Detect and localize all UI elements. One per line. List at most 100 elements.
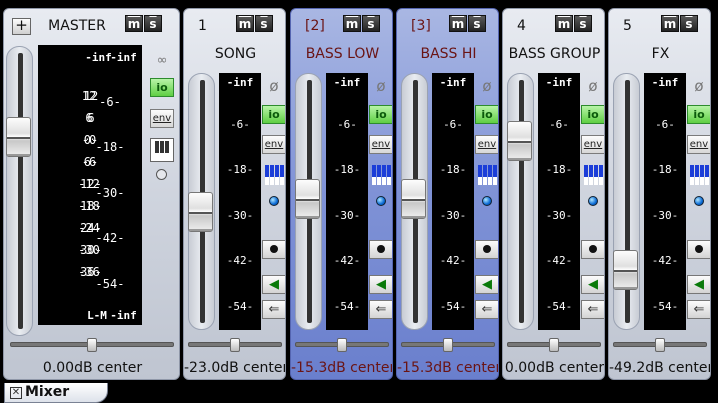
io-button[interactable]: io	[475, 105, 498, 124]
speaker-icon[interactable]: ◀	[687, 275, 710, 294]
record-arm-button[interactable]	[262, 240, 285, 259]
solo-button[interactable]: s	[680, 15, 698, 32]
fx-active-indicator[interactable]	[588, 196, 598, 206]
fader-knob[interactable]	[507, 121, 532, 161]
master-scale-mid: -18-	[95, 140, 125, 154]
route-arrow-icon[interactable]: ⇐	[581, 300, 604, 319]
route-arrow-icon[interactable]: ⇐	[369, 300, 392, 319]
volume-fader[interactable]	[401, 73, 428, 330]
phase-invert-icon[interactable]: ø	[581, 77, 604, 95]
volume-fader[interactable]	[507, 73, 534, 330]
fx-icon[interactable]	[475, 163, 498, 185]
volume-fader[interactable]	[613, 73, 640, 330]
io-button[interactable]: io	[581, 105, 604, 124]
volume-fader[interactable]	[188, 73, 215, 330]
env-button[interactable]: env	[262, 135, 285, 154]
env-button[interactable]: env	[687, 135, 710, 154]
phase-invert-icon[interactable]: ø	[687, 77, 710, 95]
master-mute-button[interactable]: m	[125, 15, 143, 32]
record-arm-button[interactable]	[369, 240, 392, 259]
solo-button[interactable]: s	[574, 15, 592, 32]
phase-invert-icon[interactable]: ø	[369, 77, 392, 95]
master-io-button[interactable]: io	[150, 78, 174, 97]
pan-slider[interactable]	[613, 338, 707, 352]
speaker-icon[interactable]: ◀	[262, 275, 285, 294]
mute-button[interactable]: m	[555, 15, 573, 32]
route-arrow-icon[interactable]: ⇐	[475, 300, 498, 319]
io-button[interactable]: io	[369, 105, 392, 124]
volume-fader[interactable]	[295, 73, 322, 330]
master-fx-icon[interactable]	[150, 138, 174, 162]
fader-knob[interactable]	[295, 179, 320, 219]
route-arrow-icon[interactable]: ⇐	[262, 300, 285, 319]
io-button[interactable]: io	[262, 105, 285, 124]
fader-knob[interactable]	[613, 250, 638, 290]
channel-strip[interactable]: [3] m s BASS HI -inf -6- -18- -30- -42- -54-…	[396, 8, 499, 380]
route-arrow-icon[interactable]: ⇐	[687, 300, 710, 319]
fx-active-indicator[interactable]	[376, 196, 386, 206]
speaker-icon[interactable]: ◀	[369, 275, 392, 294]
mute-button[interactable]: m	[661, 15, 679, 32]
master-scale-right: -18	[78, 199, 100, 213]
master-volume-readout: 0.00dB center	[42, 360, 143, 376]
meter-scale-label: -54-	[545, 300, 573, 313]
channel-strip[interactable]: 4 m s BASS GROUP -inf -6- -18- -30- -42- -54…	[502, 8, 605, 380]
strip-number: 5	[623, 18, 632, 34]
fx-active-indicator[interactable]	[269, 196, 279, 206]
fader-knob[interactable]	[401, 179, 426, 219]
record-arm-button[interactable]	[581, 240, 604, 259]
meter-scale-label: -54-	[439, 300, 467, 313]
record-arm-button[interactable]	[687, 240, 710, 259]
record-arm-button[interactable]	[475, 240, 498, 259]
env-button[interactable]: env	[369, 135, 392, 154]
master-scale-mid: -30-	[95, 186, 125, 200]
meter-scale-label: -54-	[333, 300, 361, 313]
master-volume-fader[interactable]	[6, 46, 33, 336]
level-meter: -inf -6- -18- -30- -42- -54-	[538, 73, 580, 330]
fx-active-indicator[interactable]	[694, 196, 704, 206]
fx-active-indicator[interactable]	[482, 196, 492, 206]
channel-strip[interactable]: [2] m s BASS LOW -inf -6- -18- -30- -42- -54…	[290, 8, 393, 380]
fx-icon[interactable]	[369, 163, 392, 185]
fx-icon[interactable]	[581, 163, 604, 185]
channel-strip[interactable]: 1 m s SONG -inf -6- -18- -30- -42- -54- ø io…	[183, 8, 286, 380]
phase-invert-icon[interactable]: ø	[262, 77, 285, 95]
peak-readout: -inf	[226, 76, 254, 89]
pan-slider[interactable]	[295, 338, 389, 352]
mute-button[interactable]: m	[449, 15, 467, 32]
master-mono-indicator[interactable]	[156, 169, 167, 180]
channel-strip[interactable]: 5 m s FX -inf -6- -18- -30- -42- -54- ø io e…	[608, 8, 711, 380]
mute-button[interactable]: m	[343, 15, 361, 32]
speaker-icon[interactable]: ◀	[581, 275, 604, 294]
pan-slider[interactable]	[401, 338, 495, 352]
master-solo-button[interactable]: s	[144, 15, 162, 32]
meter-scale-label: -30-	[545, 209, 573, 222]
fx-icon[interactable]	[687, 163, 710, 185]
master-env-button[interactable]: env	[150, 109, 174, 128]
env-button[interactable]: env	[475, 135, 498, 154]
master-link-icon[interactable]: ∞	[150, 52, 174, 71]
fader-knob[interactable]	[188, 192, 213, 232]
env-button[interactable]: env	[581, 135, 604, 154]
close-icon[interactable]: ✕	[10, 387, 22, 399]
add-track-button[interactable]: +	[12, 18, 31, 35]
master-scale-right: -6	[81, 155, 97, 169]
meter-scale-label: -42-	[226, 254, 254, 267]
solo-button[interactable]: s	[468, 15, 486, 32]
io-button[interactable]: io	[687, 105, 710, 124]
phase-invert-icon[interactable]: ø	[475, 77, 498, 95]
pan-slider[interactable]	[188, 338, 282, 352]
master-fader-knob[interactable]	[6, 117, 31, 157]
fx-icon[interactable]	[262, 163, 285, 185]
meter-scale-label: -54-	[651, 300, 679, 313]
mute-button[interactable]: m	[236, 15, 254, 32]
master-pan-slider[interactable]	[10, 338, 174, 352]
solo-button[interactable]: s	[362, 15, 380, 32]
speaker-icon[interactable]: ◀	[475, 275, 498, 294]
meter-scale-label: -6-	[443, 118, 463, 131]
meter-scale-label: -30-	[226, 209, 254, 222]
strip-name: FX	[651, 46, 670, 62]
meter-scale-label: -6-	[230, 118, 250, 131]
pan-slider[interactable]	[507, 338, 601, 352]
solo-button[interactable]: s	[255, 15, 273, 32]
